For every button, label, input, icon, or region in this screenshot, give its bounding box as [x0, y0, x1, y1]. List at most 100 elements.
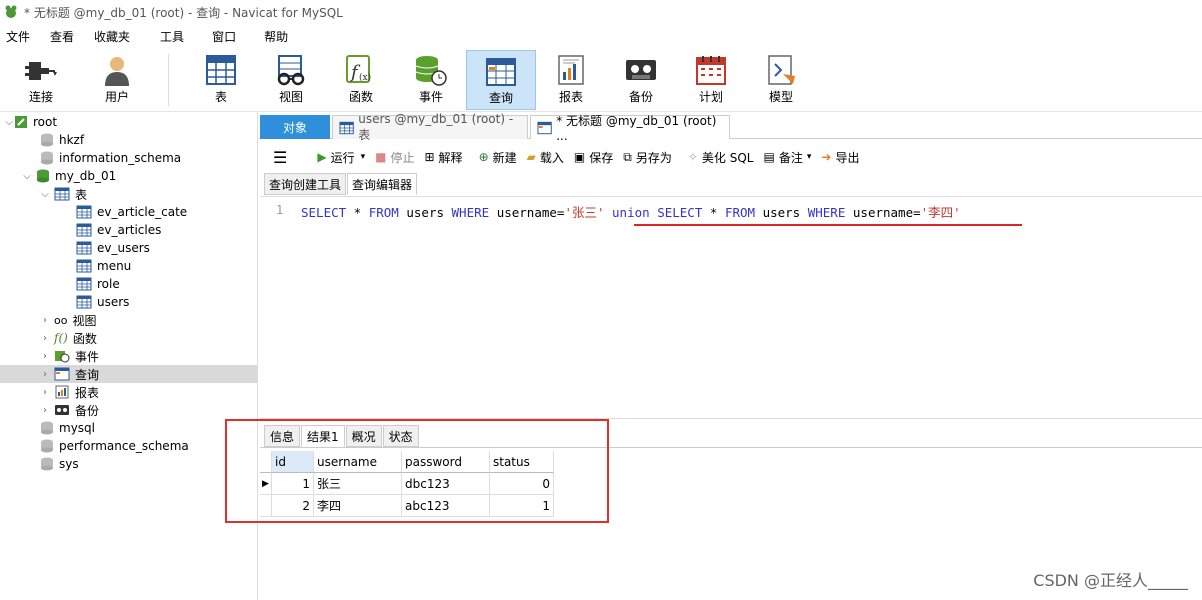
database-icon	[41, 421, 53, 435]
tree-table-item[interactable]: role	[76, 275, 120, 293]
model-button[interactable]: 模型	[746, 50, 816, 110]
menu-window[interactable]: 窗口	[206, 28, 248, 45]
chevron-down-icon[interactable]: ▾	[361, 152, 366, 162]
connection-icon	[15, 116, 27, 128]
tab-query-builder[interactable]: 查询创建工具	[264, 173, 347, 195]
tab-query-label: * 无标题 @my_db_01 (root) ...	[556, 114, 717, 143]
explain-button[interactable]: ⊞ 解释	[424, 149, 462, 166]
report-label: 报表	[558, 90, 583, 104]
tree-db-my-db-01[interactable]: ⌵ my_db_01	[22, 167, 116, 185]
beautify-sql-button[interactable]: ✧ 美化 SQL	[688, 149, 754, 166]
tree-db-mysql[interactable]: mysql	[40, 419, 95, 437]
load-button[interactable]: ▰ 载入	[527, 149, 564, 166]
chevron-right-icon[interactable]: ›	[40, 369, 50, 380]
tab-query-editor[interactable]: 查询编辑器	[347, 173, 418, 195]
tree-group-label: 事件	[75, 349, 100, 364]
query-button[interactable]: 查询	[466, 50, 536, 110]
report-icon	[558, 55, 584, 85]
tree-db-sys[interactable]: sys	[40, 455, 79, 473]
tree-table-item[interactable]: users	[76, 293, 129, 311]
sql-keyword: WHERE	[451, 205, 490, 220]
tree-tables-group[interactable]: ⌵ 表	[40, 185, 87, 203]
tree-table-item[interactable]: menu	[76, 257, 131, 275]
view-button[interactable]: 视图	[256, 50, 326, 110]
stop-button[interactable]: ■ 停止	[375, 149, 414, 166]
editor-subtabs: 查询创建工具 查询编辑器	[264, 173, 418, 195]
tab-query[interactable]: * 无标题 @my_db_01 (root) ...	[530, 114, 730, 143]
tab-users-table[interactable]: users @my_db_01 (root) - 表	[332, 112, 528, 142]
chevron-right-icon[interactable]: ›	[40, 315, 50, 326]
tree-table-label: users	[97, 295, 130, 309]
tree-db-hkzf[interactable]: hkzf	[40, 131, 84, 149]
tree-reports-group[interactable]: › 报表	[40, 383, 99, 401]
function-icon: f (x)	[346, 55, 371, 83]
save-as-button[interactable]: ⧉ 另存为	[623, 149, 672, 166]
chevron-right-icon[interactable]: ›	[40, 405, 50, 416]
chevron-right-icon[interactable]: ›	[40, 387, 50, 398]
export-button[interactable]: ➜ 导出	[821, 149, 859, 166]
menu-view[interactable]: 查看	[44, 28, 86, 45]
schedule-button[interactable]: 计划	[676, 50, 746, 110]
event-button[interactable]: 事件	[396, 50, 466, 110]
explain-icon: ⊞	[424, 150, 435, 164]
new-button[interactable]: ⊕ 新建	[479, 149, 517, 166]
chevron-right-icon[interactable]: ›	[40, 351, 50, 362]
comment-icon: ▤	[763, 150, 775, 164]
save-button[interactable]: ▣ 保存	[574, 149, 613, 166]
tree-table-item[interactable]: ev_article_cate	[76, 203, 187, 221]
query-icon	[486, 58, 516, 86]
comment-button[interactable]: ▤ 备注 ▾	[763, 149, 811, 166]
menu-help[interactable]: 帮助	[258, 28, 300, 45]
tree-table-item[interactable]: ev_articles	[76, 221, 161, 239]
user-icon	[105, 57, 129, 86]
title-bar: * 无标题 @my_db_01 (root) - 查询 - Navicat fo…	[0, 0, 1202, 24]
backup-button[interactable]: 备份	[606, 50, 676, 110]
table-label: 表	[214, 90, 227, 104]
export-icon: ➜	[821, 150, 832, 164]
menu-tools[interactable]: 工具	[154, 28, 196, 45]
hamburger-menu-icon[interactable]: ☰	[273, 148, 287, 167]
tree-queries-group[interactable]: › 查询	[0, 365, 257, 383]
tree-db-performance-schema[interactable]: performance_schema	[40, 437, 189, 455]
chevron-right-icon[interactable]: ›	[40, 333, 50, 344]
database-icon	[41, 457, 53, 471]
query-label: 查询	[488, 91, 513, 105]
tab-objects[interactable]: 对象	[260, 115, 330, 139]
annotation-underline	[634, 224, 1022, 226]
tree-backups-group[interactable]: › 备份	[40, 401, 99, 419]
table-icon	[206, 55, 236, 85]
sql-code-line[interactable]: SELECT * FROM users WHERE username='张三' …	[301, 202, 961, 221]
table-button[interactable]: 表	[186, 50, 256, 110]
tree-db-label: sys	[59, 457, 79, 471]
function-button[interactable]: f (x) 函数	[326, 50, 396, 110]
connect-label: 连接	[28, 90, 53, 104]
table-icon	[76, 241, 92, 255]
load-label: 载入	[539, 150, 564, 165]
tree-table-label: menu	[97, 259, 132, 273]
user-label: 用户	[104, 90, 129, 104]
tree-views-group[interactable]: › oo 视图	[40, 311, 96, 329]
chevron-down-icon[interactable]: ▾	[807, 152, 812, 162]
new-query-icon: ⊕	[478, 150, 489, 164]
connect-button[interactable]: ▾ 连接	[6, 50, 76, 110]
run-button[interactable]: ▶ 运行 ▾	[317, 149, 365, 166]
chevron-down-icon[interactable]: ⌵	[22, 171, 32, 182]
tree-root[interactable]: ⌵ root	[4, 113, 57, 131]
view-glasses-icon	[277, 55, 305, 86]
stop-label: 停止	[390, 150, 415, 165]
tree-group-label: 函数	[72, 331, 97, 346]
report-button[interactable]: 报表	[536, 50, 606, 110]
user-button[interactable]: 用户	[82, 50, 152, 110]
chevron-down-icon[interactable]: ⌵	[40, 189, 50, 200]
menu-file[interactable]: 文件	[0, 28, 42, 45]
chevron-down-icon[interactable]: ⌵	[4, 117, 14, 128]
model-label: 模型	[768, 90, 793, 104]
tree-table-label: ev_users	[97, 241, 150, 255]
tree-table-item[interactable]: ev_users	[76, 239, 150, 257]
tree-events-group[interactable]: › 事件	[40, 347, 99, 365]
tree-functions-group[interactable]: › f() 函数	[40, 329, 97, 347]
menu-favorites[interactable]: 收藏夹	[88, 28, 142, 45]
sql-editor[interactable]: 1 SELECT * FROM users WHERE username='张三…	[260, 196, 1202, 418]
main-toolbar: ▾ 连接 用户 表 视图 f (x) 函数 事件 查询 报表 备份 计划 模型	[0, 48, 1202, 112]
tree-db-information-schema[interactable]: information_schema	[40, 149, 181, 167]
